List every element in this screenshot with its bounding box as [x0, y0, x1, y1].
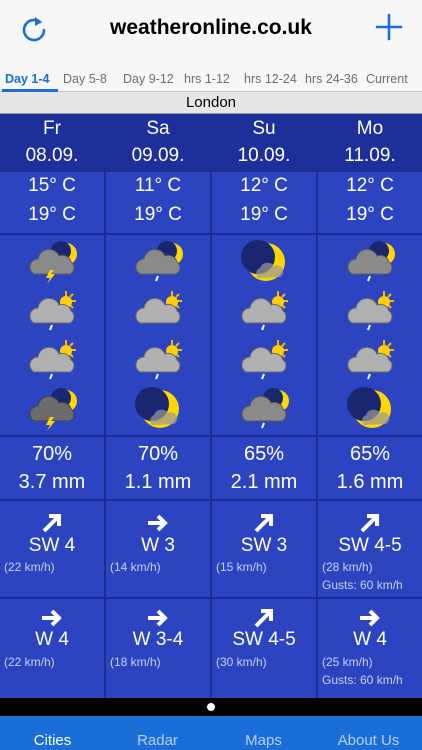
city-name: London	[0, 92, 422, 114]
cloud-sun-rain-icon	[241, 291, 288, 331]
temp-max: 19° C	[28, 204, 76, 225]
night-cloud-rain-icon	[241, 388, 289, 429]
precip-amount: 3.7 mm	[18, 471, 86, 493]
precip-amount: 2.1 mm	[230, 471, 298, 493]
day-date: 10.09.	[237, 145, 291, 166]
wind-arrow-icon	[360, 514, 379, 533]
wind-gusts-2: Gusts: 60 km/h	[322, 673, 403, 687]
wind-speed-1: (22 km/h)	[4, 560, 55, 574]
tab-hrs-12-24[interactable]: hrs 12-24	[244, 72, 297, 86]
wind-direction-1: SW 4	[28, 535, 76, 556]
wind-speed-2: (25 km/h)	[322, 655, 373, 669]
moon-cloud-icon	[241, 240, 285, 281]
top-bar: weatheronline.co.uk	[0, 0, 422, 62]
nav-radar[interactable]: Radar	[105, 732, 210, 749]
wind-direction-2: SW 4-5	[232, 629, 296, 650]
wind-direction-1: W 3	[141, 535, 175, 556]
day-column: Fr 08.09. 15° C 19° C 70% 3.7 mm SW 4 (2…	[0, 114, 104, 698]
day-name: Sa	[146, 118, 170, 139]
precip-amount: 1.6 mm	[336, 471, 404, 493]
wind-arrow-icon	[360, 609, 380, 627]
wind-direction-1: SW 4-5	[338, 535, 402, 556]
add-icon[interactable]	[374, 12, 404, 42]
night-thunderstorm-icon	[29, 388, 77, 431]
night-cloud-thunder-icon	[29, 241, 77, 284]
wind-arrow-icon	[42, 514, 61, 533]
tab-bar: Day 1-4 Day 5-8 Day 9-12 hrs 1-12 hrs 12…	[0, 62, 422, 92]
wind-gusts-1: Gusts: 60 km/h	[322, 578, 403, 592]
wind-arrow-icon	[254, 609, 273, 628]
forecast-grid: Fr 08.09. 15° C 19° C 70% 3.7 mm SW 4 (2…	[0, 114, 422, 698]
day-name: Su	[252, 118, 276, 139]
cloud-sun-rain-icon	[135, 340, 182, 380]
precip-probability: 65%	[243, 443, 285, 465]
temp-min: 11° C	[134, 175, 182, 196]
day-header: Su 10.09.	[212, 114, 316, 170]
day-column: Sa 09.09. 11° C 19° C 70% 1.1 mm W 3 (14…	[106, 114, 210, 698]
temp-min: 15° C	[28, 175, 76, 196]
precip-probability: 70%	[137, 443, 179, 465]
tab-current[interactable]: Current	[366, 72, 408, 86]
wind-arrow-icon	[148, 514, 168, 532]
wind-speed-1: (14 km/h)	[110, 560, 161, 574]
tab-day-9-12[interactable]: Day 9-12	[123, 72, 174, 86]
day-header: Mo 11.09.	[318, 114, 422, 170]
wind-speed-1: (28 km/h)	[322, 560, 373, 574]
cloud-sun-rain-icon	[241, 340, 288, 380]
temp-max: 19° C	[240, 204, 288, 225]
day-name: Mo	[356, 118, 384, 139]
wind-arrow-icon	[148, 609, 168, 627]
cloud-sun-rain-icon	[347, 340, 394, 380]
tab-hrs-1-12[interactable]: hrs 1-12	[184, 72, 230, 86]
wind-direction-2: W 3-4	[132, 629, 184, 650]
moon-cloud-icon	[135, 387, 179, 428]
tab-day-1-4[interactable]: Day 1-4	[5, 72, 49, 86]
night-cloud-rain-icon	[135, 241, 183, 282]
wind-speed-2: (22 km/h)	[4, 655, 55, 669]
site-title: weatheronline.co.uk	[110, 16, 312, 39]
nav-maps[interactable]: Maps	[211, 732, 316, 749]
cloud-sun-rain-icon	[347, 291, 394, 331]
tab-hrs-24-36[interactable]: hrs 24-36	[305, 72, 358, 86]
nav-about-us[interactable]: About Us	[316, 732, 421, 749]
precip-probability: 65%	[349, 443, 391, 465]
cloud-sun-icon	[135, 291, 182, 324]
day-header: Sa 09.09.	[106, 114, 210, 170]
temp-max: 19° C	[134, 204, 182, 225]
cloud-sun-rain-icon	[29, 340, 76, 380]
wind-arrow-icon	[42, 609, 62, 627]
wind-direction-1: SW 3	[240, 535, 288, 556]
temp-min: 12° C	[240, 175, 288, 196]
page-dot[interactable]	[207, 703, 215, 711]
night-cloud-rain-icon	[347, 241, 395, 282]
wind-speed-2: (18 km/h)	[110, 655, 161, 669]
column-divider	[316, 114, 318, 698]
temp-max: 19° C	[346, 204, 394, 225]
column-divider	[210, 114, 212, 698]
wind-arrow-icon	[254, 514, 273, 533]
wind-direction-2: W 4	[35, 629, 69, 650]
wind-direction-2: W 4	[353, 629, 387, 650]
day-date: 09.09.	[131, 145, 185, 166]
wind-speed-2: (30 km/h)	[216, 655, 267, 669]
page-indicator	[0, 698, 422, 716]
nav-cities[interactable]: Cities	[0, 732, 105, 749]
day-date: 11.09.	[344, 145, 396, 166]
day-column: Mo 11.09. 12° C 19° C 65% 1.6 mm SW 4-5 …	[318, 114, 422, 698]
tab-day-5-8[interactable]: Day 5-8	[63, 72, 107, 86]
cloud-sun-rain-icon	[29, 291, 76, 331]
temp-min: 12° C	[346, 175, 394, 196]
bottom-nav: Cities Radar Maps About Us	[0, 716, 422, 750]
day-name: Fr	[43, 118, 61, 139]
day-column: Su 10.09. 12° C 19° C 65% 2.1 mm SW 3 (1…	[212, 114, 316, 698]
precip-amount: 1.1 mm	[124, 471, 192, 493]
wind-speed-1: (15 km/h)	[216, 560, 267, 574]
precip-probability: 70%	[31, 443, 73, 465]
column-divider	[104, 114, 106, 698]
day-header: Fr 08.09.	[0, 114, 104, 170]
day-date: 08.09.	[25, 145, 79, 166]
moon-cloud-icon	[347, 387, 391, 428]
